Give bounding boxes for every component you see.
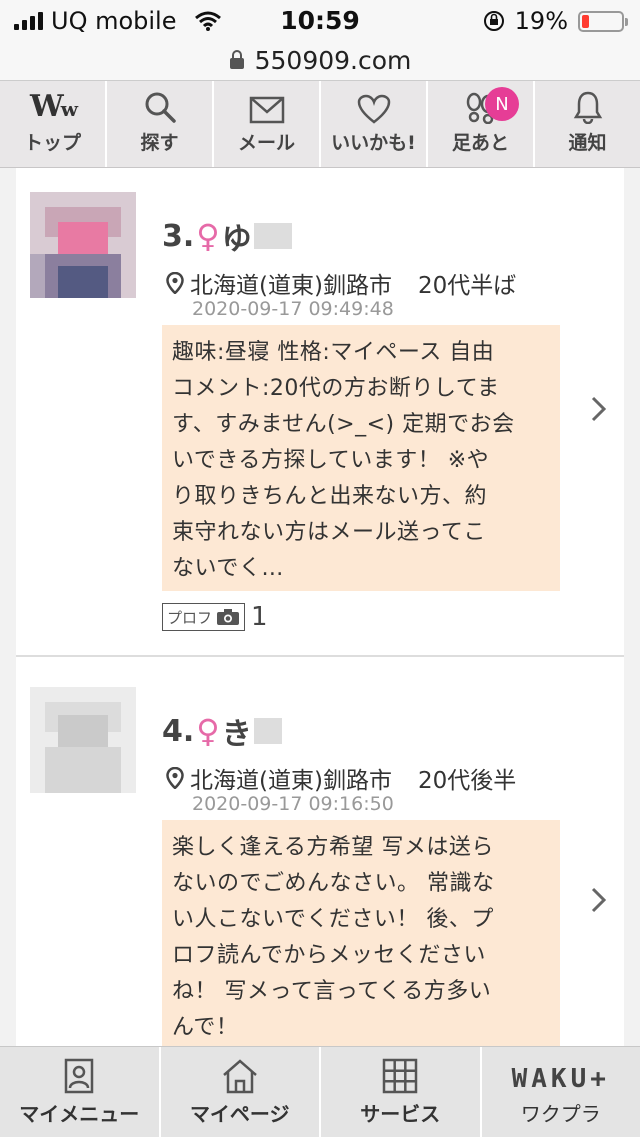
age-text: 20代半ば [418, 266, 516, 300]
home-icon [221, 1058, 259, 1094]
bottom-services[interactable]: サービス [321, 1047, 482, 1137]
message-line: んで！ [172, 1010, 550, 1046]
female-icon: ♀ [196, 712, 219, 750]
nav-notifications-label: 通知 [568, 128, 606, 155]
location-pin-icon [166, 767, 184, 789]
message-box[interactable]: 楽しく逢える方希望 写メは送ら ないのでごめんなさい。 常識な い人こないでくだ… [162, 820, 560, 1046]
nav-mail[interactable]: メール [214, 81, 321, 167]
message-line: 楽しく逢える方希望 写メは送ら [172, 830, 550, 866]
location-text: 北海道(道東)釧路市 [190, 761, 392, 795]
bottom-my-page[interactable]: マイページ [161, 1047, 322, 1137]
top-nav: Ww トップ 探す メール いいかも! 足あと N [0, 81, 640, 168]
female-icon: ♀ [196, 217, 219, 255]
bottom-bar: マイメニュー マイページ サービス WAKU+ ワクプラ [0, 1046, 640, 1137]
bottom-my-menu[interactable]: マイメニュー [0, 1047, 161, 1137]
profile-card-icon [64, 1058, 94, 1094]
nav-like[interactable]: いいかも! [321, 81, 428, 167]
nav-search-label: 探す [140, 128, 178, 155]
grid-icon [382, 1058, 418, 1094]
camera-icon [216, 608, 240, 626]
message-line: り取りきちんと出来ない方、約 [172, 479, 550, 515]
bottom-my-menu-label: マイメニュー [19, 1098, 139, 1127]
nav-notifications[interactable]: 通知 [535, 81, 640, 167]
bottom-wakupura[interactable]: WAKU+ ワクプラ [482, 1047, 640, 1137]
user-name[interactable]: 3. ♀ ゆ [162, 214, 292, 258]
chevron-right-icon[interactable] [590, 886, 608, 914]
message-line: コメント:20代の方お断りしてま [172, 371, 550, 407]
nav-footprints-label: 足あと [452, 128, 509, 155]
message-line: 束守れない方はメール送ってこ [172, 515, 550, 551]
name-mask [254, 718, 282, 744]
nav-top-label: トップ [24, 128, 81, 155]
name-initial: き [222, 709, 252, 753]
message-line: ね！ 写メって言ってくる方多い [172, 974, 550, 1010]
message-line: い人こないでください！ 後、プ [172, 902, 550, 938]
age-text: 20代後半 [418, 761, 516, 795]
url-bar[interactable]: 550909.com [0, 40, 640, 81]
profile-photo-link[interactable]: プロフ 1 [162, 602, 268, 632]
status-bar: UQ mobile 10:59 19% [0, 0, 640, 40]
ww-logo-icon: Ww [30, 92, 75, 124]
mail-icon [249, 96, 285, 124]
chevron-right-icon[interactable] [590, 395, 608, 423]
nav-top[interactable]: Ww トップ [0, 81, 107, 167]
list-item[interactable]: 3. ♀ ゆ 北海道(道東)釧路市 20代半ば 2020-09-17 09:49… [16, 168, 624, 656]
name-mask [254, 223, 292, 249]
photo-count: 1 [251, 602, 268, 632]
status-right: 19% [483, 7, 624, 35]
name-initial: ゆ [222, 214, 252, 258]
bottom-my-page-label: マイページ [190, 1098, 290, 1127]
nav-like-label: いいかも! [331, 128, 416, 155]
nav-footprints[interactable]: 足あと N [428, 81, 535, 167]
rank-number: 4. [162, 714, 194, 749]
timestamp: 2020-09-17 09:49:48 [192, 298, 394, 320]
search-icon [143, 90, 177, 124]
post-list: 3. ♀ ゆ 北海道(道東)釧路市 20代半ば 2020-09-17 09:49… [16, 168, 624, 1046]
message-line: いできる方探しています！ ※や [172, 443, 550, 479]
location-row: 北海道(道東)釧路市 20代後半 [166, 761, 516, 795]
message-line: す、すみません(>_<) 定期でお会 [172, 407, 550, 443]
lock-icon [229, 50, 245, 70]
message-line: ないでく… [172, 551, 550, 587]
new-badge: N [485, 87, 519, 121]
nav-mail-label: メール [238, 128, 295, 155]
bell-icon [573, 90, 603, 124]
avatar[interactable] [30, 192, 136, 298]
message-line: ないのでごめんなさい。 常識な [172, 866, 550, 902]
bottom-services-label: サービス [360, 1098, 440, 1127]
location-text: 北海道(道東)釧路市 [190, 266, 392, 300]
user-name[interactable]: 4. ♀ き [162, 709, 282, 753]
profile-label: プロフ [167, 607, 212, 628]
location-row: 北海道(道東)釧路市 20代半ば [166, 266, 516, 300]
location-pin-icon [166, 272, 184, 294]
timestamp: 2020-09-17 09:16:50 [192, 793, 394, 815]
battery-icon [578, 11, 624, 32]
url-text: 550909.com [255, 46, 412, 75]
avatar[interactable] [30, 687, 136, 793]
nav-search[interactable]: 探す [107, 81, 214, 167]
rank-number: 3. [162, 219, 194, 254]
orientation-lock-icon [483, 10, 505, 32]
message-box[interactable]: 趣味:昼寝 性格:マイペース 自由 コメント:20代の方お断りしてま す、すみま… [162, 325, 560, 591]
heart-icon [357, 94, 391, 124]
message-line: ロフ読んでからメッセください [172, 938, 550, 974]
list-item[interactable]: 4. ♀ き 北海道(道東)釧路市 20代後半 2020-09-17 09:16… [16, 657, 624, 1046]
bottom-wakupura-label: ワクプラ [521, 1098, 601, 1127]
profile-badge: プロフ [162, 603, 245, 631]
message-line: 趣味:昼寝 性格:マイペース 自由 [172, 335, 550, 371]
waku-plus-logo: WAKU+ [512, 1064, 610, 1094]
battery-percent: 19% [515, 7, 568, 35]
